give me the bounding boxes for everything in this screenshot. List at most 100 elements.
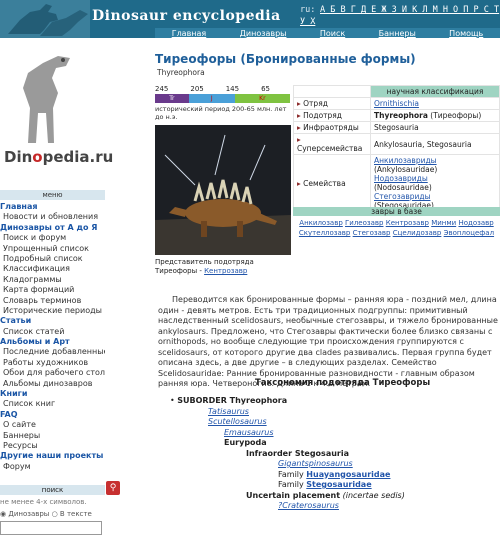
lang-ru-label: ru: [300,5,316,15]
sidebar-item[interactable]: Словарь терминов [0,296,105,306]
page-title: Тиреофоры (Бронированные формы) [155,52,416,66]
sidebar-item[interactable]: Статьи [0,316,105,326]
period-note: исторический период 200-65 млн. лет до н… [155,105,287,121]
sidebar-item[interactable]: Форум [0,462,105,472]
sidebar-item[interactable]: Альбомы динозавров [0,379,105,389]
family-latin: (Nodosauridae) [374,183,432,192]
genus-link[interactable]: Анкилозавр [299,219,342,227]
classification-table: научная классификация ▸ Отряд Ornithischi… [293,85,500,212]
sidebar-item[interactable]: Работы художников [0,358,105,368]
logo-text-o: o [32,148,43,166]
dinosaur-silhouette-banner [0,0,90,38]
sidebar-item[interactable]: Упрощенный список [0,244,105,254]
genus-link[interactable]: Эвоплоцефал [444,229,494,237]
genus-link[interactable]: Emausaurus [224,428,274,437]
sidebar-item[interactable]: Главная [0,202,105,212]
infraorder: Infraorder Stegosauria [246,448,349,458]
site-title[interactable]: Dinosaur encyclopedia [92,8,281,24]
nav-help[interactable]: Помощь [449,29,483,38]
row-val-link[interactable]: Ornithischia [374,99,419,108]
sidebar-item[interactable]: Альбомы и Арт [0,337,105,347]
timeline-num: 245 [155,85,169,93]
sidebar-item[interactable]: Другие наши проекты [0,451,105,461]
search-options: ◉ Динозавры ○ В тексте [0,510,92,518]
bullet-icon: ▸ [297,111,301,120]
radio-dinosaurs[interactable]: ◉ [0,510,6,518]
latin-name: Thyreophora [157,68,205,77]
nav-search[interactable]: Поиск [320,29,345,38]
family-link[interactable]: Анкилозавриды [374,156,437,165]
genus-link[interactable]: Кентрозавр [386,219,429,227]
genus-link[interactable]: Gigantspinosaurus [278,459,353,468]
uncertain-placement: Uncertain placement [246,490,341,500]
family-link[interactable]: Huayangosauridae [306,470,390,479]
row-key: Семейства [303,178,346,188]
sidebar-item[interactable]: О сайте [0,420,105,430]
logo-text-pre: Din [4,148,33,166]
row-order: ▸ Отряд [293,97,371,110]
nav-home[interactable]: Главная [172,29,207,38]
sidebar-item[interactable]: Список книг [0,399,105,409]
sidebar-item[interactable]: Карта формаций [0,285,105,295]
genus-link[interactable]: Нодозавр [458,219,493,227]
sidebar-item[interactable]: Классификация [0,264,105,274]
family-link[interactable]: Нодозавриды [374,174,428,183]
top-navigation: Главная Динозавры Поиск Баннеры Помощь [155,28,500,38]
genus-link[interactable]: Стегозавр [353,229,391,237]
sidebar-item[interactable]: Книги [0,389,105,399]
sidebar-item[interactable]: Баннеры [0,431,105,441]
sidebar-item[interactable]: FAQ [0,410,105,420]
dinopedia-logo[interactable]: Dinopedia.ru [4,148,113,166]
kentrosaurus-image[interactable] [155,125,291,255]
radio-text-label: В тексте [59,510,92,518]
genus-link[interactable]: Сцелидозавр [393,229,442,237]
row-val: Stegosauria [370,121,500,134]
nav-banners[interactable]: Баннеры [379,29,416,38]
sidebar-item[interactable]: Динозавры от А до Я [0,223,105,233]
timeline-num: 65 [261,85,270,93]
sidebar-item[interactable]: Кладограммы [0,275,105,285]
row-families: ▸ Семейства [293,154,371,212]
menu-header: меню [0,190,105,200]
search-input[interactable] [0,521,102,535]
article-paragraph: Переводится как бронированные формы – ра… [158,295,498,388]
nav-dinosaurs[interactable]: Динозавры [240,29,287,38]
row-key: Суперсемейства [297,144,363,153]
period-jurassic: J [188,94,235,103]
family-word: Family [278,469,307,479]
row-key: Подотряд [303,111,342,120]
bullet-icon: ▸ [297,123,301,132]
bullet-icon: • [170,396,175,405]
sidebar-item[interactable]: Список статей [0,327,105,337]
image-caption: Представитель подотряда Тиреофоры - Кент… [155,258,295,276]
row-infraorders: ▸ Инфраотряды [293,121,371,134]
sidebar-item[interactable]: Поиск и форум [0,233,105,243]
period-cretaceous: Kr [234,94,290,103]
genus-link[interactable]: Tatisaurus [208,407,249,416]
sidebar-item[interactable]: Исторические периоды [0,306,105,316]
sidebar-item[interactable]: Новости и обновления [0,212,105,222]
timeline-num: 205 [190,85,204,93]
alphabet-ru-links[interactable]: А Б В Г Д Е Ж З И К Л М Н О П Р С Т У Х [300,5,499,27]
family-link[interactable]: Стегозавриды [374,192,431,201]
sidebar-item[interactable]: Последние добавленные [0,347,105,357]
genus-link[interactable]: Гилеозавр [345,219,383,227]
genus-link[interactable]: ?Craterosaurus [278,501,339,510]
sidebar-item[interactable]: Подробный список [0,254,105,264]
sidebar-item[interactable]: Ресурсы [0,441,105,451]
bullet-icon: ▸ [297,178,301,188]
classification-header: научная классификация [370,85,500,98]
genus-link[interactable]: Scutellosaurus [208,417,267,426]
search-note: не менее 4-х символов. [0,498,87,506]
caption-link[interactable]: Кентрозавр [204,267,247,275]
sidebar-menu: Главная Новости и обновления Динозавры от … [0,202,105,472]
genus-link[interactable]: Минми [431,219,456,227]
row-val-extra: (Тиреофоры) [427,111,482,120]
search-submit-icon[interactable]: ⚲ [106,481,120,495]
period-timeline: 245 205 145 65 Tr J Kr исторический пери… [155,85,290,121]
family-link[interactable]: Stegosauridae [306,480,371,489]
logo-text-post: pedia.ru [42,148,114,166]
radio-text[interactable]: ○ [52,510,58,518]
genus-link[interactable]: Скутеллозавр [299,229,350,237]
sidebar-item[interactable]: Обои для рабочего стола [0,368,105,378]
